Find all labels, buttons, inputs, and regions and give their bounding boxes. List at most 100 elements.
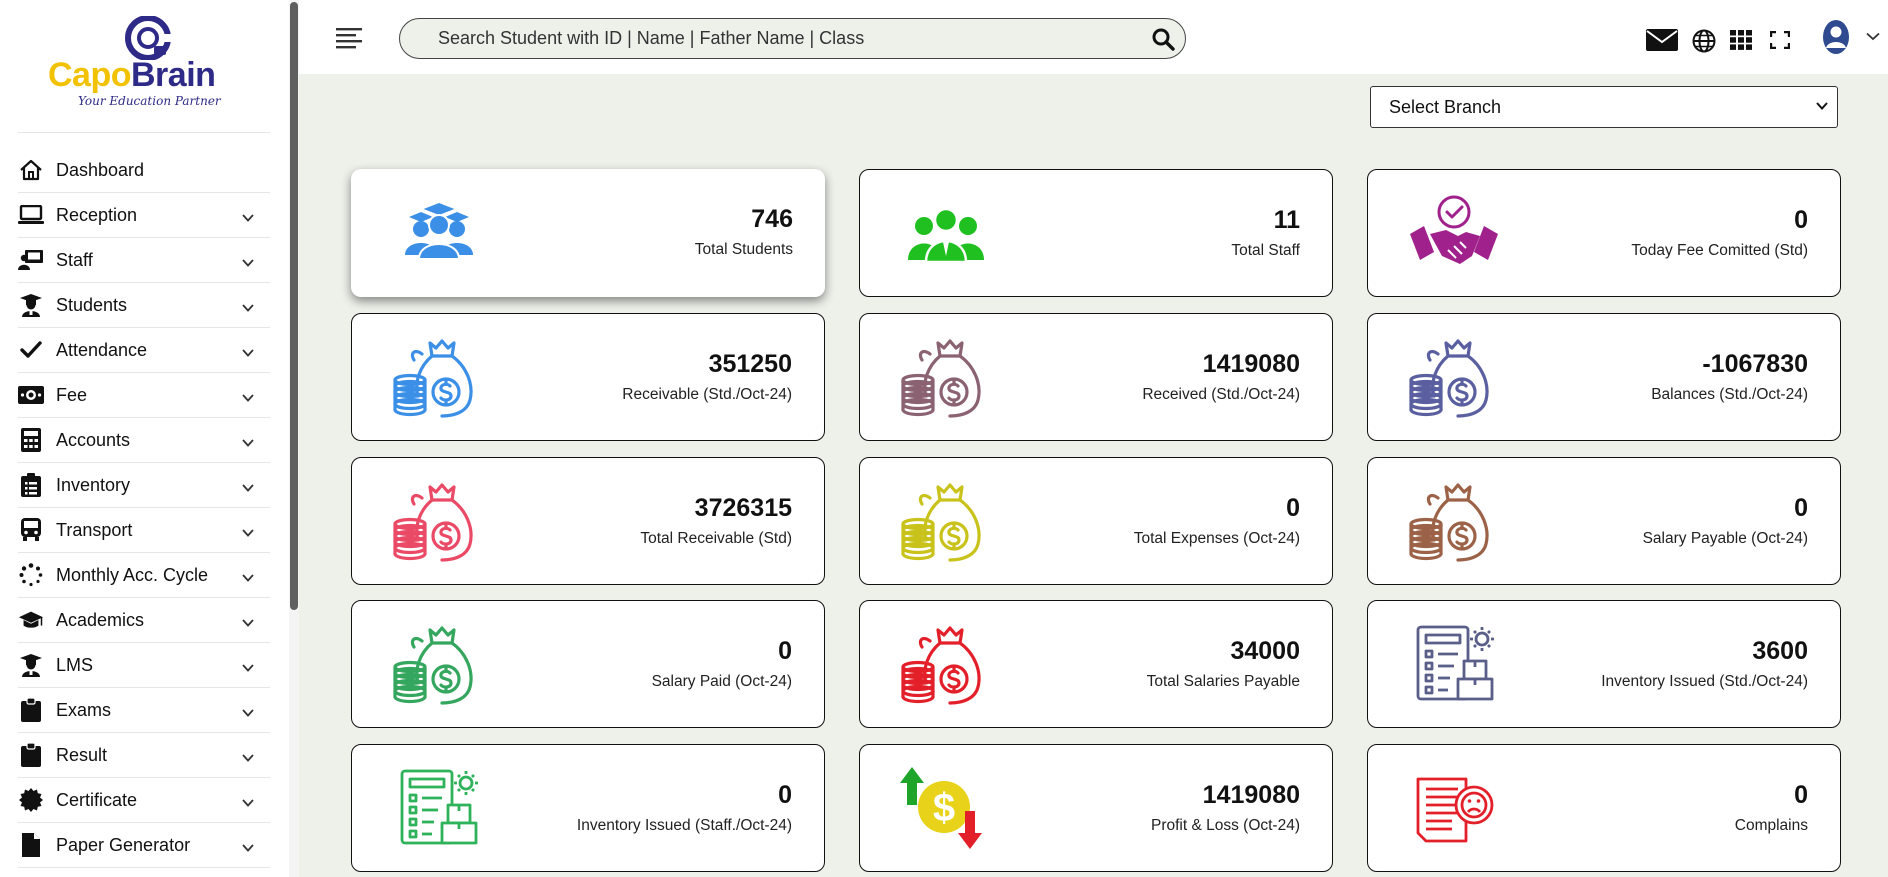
stat-label: Salary Payable (Oct-24): [1642, 530, 1808, 547]
spinner-icon: [18, 562, 44, 588]
chevron-down-icon[interactable]: [242, 479, 254, 497]
handshake-icon: [1408, 190, 1500, 276]
logo-tagline: Your Education Partner: [78, 94, 221, 108]
sidebar-item-certificate[interactable]: Certificate: [18, 778, 270, 823]
money-icon: [18, 382, 44, 408]
menu-toggle-icon[interactable]: [336, 26, 362, 50]
clipboard-list-icon: [18, 472, 44, 498]
logo[interactable]: CapoBrain Your Education Partner: [42, 14, 252, 114]
sidebar-item-accounts[interactable]: Accounts: [18, 418, 270, 463]
stat-card-total-students[interactable]: 746 Total Students: [351, 169, 825, 297]
stat-label: Total Receivable (Std): [640, 530, 792, 547]
stat-card-received-std-oct-24[interactable]: 1419080 Received (Std./Oct-24): [859, 313, 1333, 441]
sidebar-item-attendance[interactable]: Attendance: [18, 328, 270, 373]
chevron-down-icon[interactable]: [242, 794, 254, 812]
stat-value: 3600: [1752, 637, 1808, 665]
chevron-down-icon[interactable]: [242, 254, 254, 272]
stat-card-salary-payable-oct-24[interactable]: 0 Salary Payable (Oct-24): [1367, 457, 1841, 585]
search-box: [399, 18, 1186, 59]
stat-card-complains[interactable]: 0 Complains: [1367, 744, 1841, 872]
chevron-down-icon[interactable]: [242, 389, 254, 407]
sidebar-item-fee[interactable]: Fee: [18, 373, 270, 418]
logo-text-part1: Capo: [48, 56, 132, 94]
sidebar-item-reception[interactable]: Reception: [18, 193, 270, 238]
stat-label: Total Staff: [1231, 242, 1300, 259]
clipboard-icon: [18, 742, 44, 768]
sidebar-item-students[interactable]: Students: [18, 283, 270, 328]
stat-card-total-receivable-std[interactable]: 3726315 Total Receivable (Std): [351, 457, 825, 585]
stat-card-inventory-issued-std-oct-24[interactable]: 3600 Inventory Issued (Std./Oct-24): [1367, 600, 1841, 728]
money-bag-icon: [900, 334, 992, 420]
stat-value: 11: [1273, 206, 1300, 234]
sidebar-item-label: Paper Generator: [56, 834, 191, 855]
stat-card-receivable-std-oct-24[interactable]: 351250 Receivable (Std./Oct-24): [351, 313, 825, 441]
svg-text:$: $: [933, 786, 955, 830]
fullscreen-icon[interactable]: [1770, 31, 1790, 49]
chevron-down-icon[interactable]: [242, 209, 254, 227]
stat-value: 746: [751, 205, 793, 233]
chevron-down-icon[interactable]: [242, 839, 254, 857]
sidebar-item-label: Academics: [56, 609, 145, 630]
search-icon[interactable]: [1151, 27, 1175, 51]
sidebar-item-result[interactable]: Result: [18, 733, 270, 778]
stat-value: 1419080: [1202, 350, 1300, 378]
chevron-down-icon[interactable]: [242, 704, 254, 722]
money-bag-icon: [900, 478, 992, 564]
laptop-icon: [18, 202, 44, 228]
sidebar-item-inventory[interactable]: Inventory: [18, 463, 270, 508]
stat-card-total-staff[interactable]: 11 Total Staff: [859, 169, 1333, 297]
money-bag-icon: [392, 478, 484, 564]
sidebar-scrollbar-thumb[interactable]: [290, 2, 298, 610]
sidebar-item-label: Students: [56, 294, 128, 315]
chevron-down-icon[interactable]: [242, 614, 254, 632]
stat-card-inventory-issued-staff-oct-24[interactable]: 0 Inventory Issued (Staff./Oct-24): [351, 744, 825, 872]
sidebar-item-dashboard[interactable]: Dashboard: [18, 148, 270, 193]
sidebar-item-label: LMS: [56, 654, 94, 675]
sidebar-item-lms[interactable]: LMS: [18, 643, 270, 688]
stat-card-profit-loss-oct-24[interactable]: $1419080 Profit & Loss (Oct-24): [859, 744, 1333, 872]
user-menu-chevron-icon[interactable]: [1866, 32, 1880, 41]
stat-value: 0: [1286, 494, 1300, 522]
stat-label: Profit & Loss (Oct-24): [1150, 817, 1300, 834]
chevron-down-icon[interactable]: [242, 434, 254, 452]
stat-card-salary-paid-oct-24[interactable]: 0 Salary Paid (Oct-24): [351, 600, 825, 728]
chevron-down-icon[interactable]: [242, 569, 254, 587]
branch-select[interactable]: Select Branch: [1370, 86, 1838, 128]
chevron-down-icon[interactable]: [242, 524, 254, 542]
sidebar-item-exams[interactable]: Exams: [18, 688, 270, 733]
user-avatar-icon[interactable]: [1822, 19, 1850, 55]
globe-icon[interactable]: [1692, 29, 1716, 53]
chevron-down-icon[interactable]: [242, 749, 254, 767]
sidebar-item-label: Reception: [56, 204, 138, 225]
checkmark-icon: [18, 337, 44, 363]
money-bag-icon: [392, 334, 484, 420]
stat-card-today-fee-comitted-std[interactable]: 0 Today Fee Comitted (Std): [1367, 169, 1841, 297]
stat-label: Today Fee Comitted (Std): [1631, 242, 1808, 259]
chevron-down-icon[interactable]: [242, 659, 254, 677]
chevron-down-icon[interactable]: [242, 299, 254, 317]
stat-card-total-salaries-payable[interactable]: 34000 Total Salaries Payable: [859, 600, 1333, 728]
money-bag-icon: [900, 621, 992, 707]
stat-value: 1419080: [1202, 781, 1300, 809]
stat-card-total-expenses-oct-24[interactable]: 0 Total Expenses (Oct-24): [859, 457, 1333, 585]
sidebar-item-monthly-acc-cycle[interactable]: Monthly Acc. Cycle: [18, 553, 270, 598]
sidebar-menu: Dashboard Reception Staff Students Attendanc…: [18, 148, 270, 868]
sidebar-item-academics[interactable]: Academics: [18, 598, 270, 643]
sidebar-item-paper-generator[interactable]: Paper Generator: [18, 823, 270, 868]
graduate-icon: [18, 652, 44, 678]
mail-icon[interactable]: [1646, 29, 1678, 51]
clipboard-icon: [18, 697, 44, 723]
sidebar-item-label: Fee: [56, 384, 88, 405]
search-input[interactable]: [400, 19, 1140, 58]
logo-text-part2: Brain: [131, 56, 216, 94]
stat-value: 0: [1794, 781, 1808, 809]
sidebar-item-label: Attendance: [56, 339, 148, 360]
sidebar-item-staff[interactable]: Staff: [18, 238, 270, 283]
chevron-down-icon[interactable]: [242, 344, 254, 362]
stat-label: Balances (Std./Oct-24): [1651, 386, 1808, 403]
stat-label: Inventory Issued (Std./Oct-24): [1601, 673, 1808, 690]
inventory-icon: [392, 765, 484, 851]
sidebar-item-transport[interactable]: Transport: [18, 508, 270, 553]
stat-card-balances-std-oct-24[interactable]: -1067830 Balances (Std./Oct-24): [1367, 313, 1841, 441]
apps-grid-icon[interactable]: [1730, 30, 1752, 50]
